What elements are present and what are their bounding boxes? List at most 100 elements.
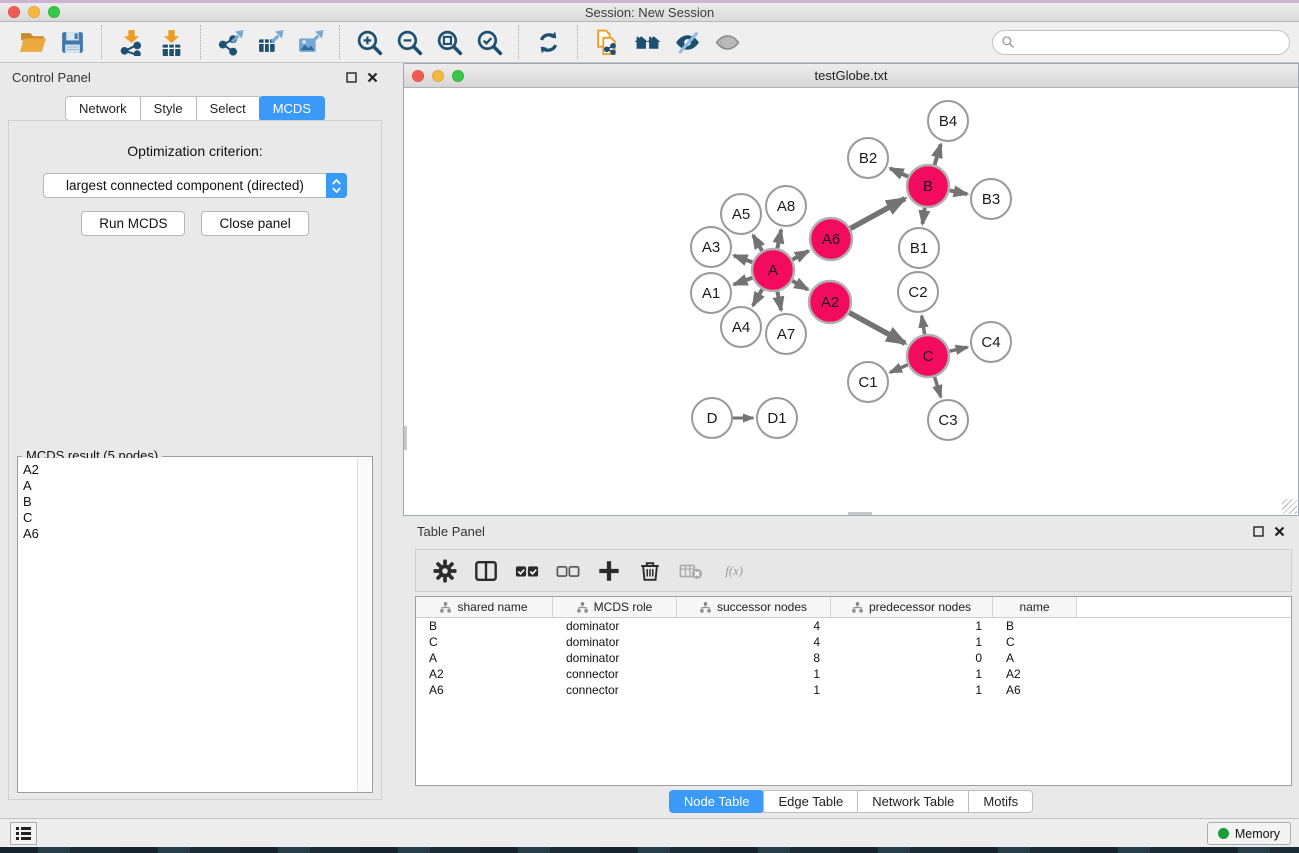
table-row[interactable]: Adominator80A	[416, 650, 1291, 666]
graph-node-A1[interactable]: A1	[691, 273, 731, 313]
graph-node-A5[interactable]: A5	[721, 194, 761, 234]
graph-node-D1[interactable]: D1	[757, 398, 797, 438]
edge-A-A3[interactable]	[734, 256, 753, 263]
cell-name[interactable]: C	[993, 635, 1077, 649]
zoom-in-button[interactable]	[349, 25, 389, 59]
float-panel-icon[interactable]	[346, 72, 357, 83]
column-header-shared-name[interactable]: shared name	[416, 597, 553, 617]
cell-predecessor-nodes[interactable]: 1	[831, 635, 993, 649]
edge-A2-C[interactable]	[849, 313, 905, 344]
cell-shared-name[interactable]: A6	[416, 683, 553, 697]
edge-A-A1[interactable]	[734, 278, 753, 285]
zoom-selected-button[interactable]	[469, 25, 509, 59]
mcds-result-list[interactable]: A2ABCA6	[19, 458, 357, 791]
edge-B-B1[interactable]	[923, 208, 925, 224]
resize-grip-icon[interactable]	[1282, 499, 1297, 514]
cell-name[interactable]: B	[993, 619, 1077, 633]
edge-A-A6[interactable]	[792, 251, 808, 260]
cell-predecessor-nodes[interactable]: 0	[831, 651, 993, 665]
select-unchecked-button[interactable]	[549, 554, 586, 588]
graph-node-A6[interactable]: A6	[810, 218, 852, 260]
edge-A6-B[interactable]	[850, 199, 905, 229]
gear-button[interactable]	[426, 554, 463, 588]
cell-shared-name[interactable]: A	[416, 651, 553, 665]
edge-B-B4[interactable]	[935, 144, 941, 165]
edge-C-C2[interactable]	[922, 316, 925, 335]
graph-node-A4[interactable]: A4	[721, 307, 761, 347]
hide-eye-button[interactable]	[667, 25, 707, 59]
graph-node-B2[interactable]: B2	[848, 138, 888, 178]
tab-network-table[interactable]: Network Table	[857, 790, 969, 813]
graph-node-B4[interactable]: B4	[928, 101, 968, 141]
network-canvas[interactable]: B4B2BB3A8A5A6A3B1AA1C2A2A4A7C4CC1C3DD1	[404, 88, 1298, 515]
tab-mcds[interactable]: MCDS	[259, 96, 325, 121]
import-network-button[interactable]	[111, 25, 151, 59]
graph-node-C2[interactable]: C2	[898, 272, 938, 312]
edge-C-C4[interactable]	[950, 347, 968, 351]
save-button[interactable]	[52, 25, 92, 59]
cell-successor-nodes[interactable]: 8	[677, 651, 831, 665]
add-plus-button[interactable]	[590, 554, 627, 588]
cell-successor-nodes[interactable]: 4	[677, 635, 831, 649]
graph-node-C[interactable]: C	[907, 335, 949, 377]
export-network-button[interactable]	[210, 25, 250, 59]
graph-node-B1[interactable]: B1	[899, 228, 939, 268]
result-scrollbar[interactable]	[357, 458, 371, 791]
graph-node-A7[interactable]: A7	[766, 314, 806, 354]
tab-select[interactable]: Select	[196, 96, 260, 121]
task-history-button[interactable]	[10, 822, 37, 845]
column-header-successor-nodes[interactable]: successor nodes	[677, 597, 831, 617]
tab-edge-table[interactable]: Edge Table	[763, 790, 858, 813]
gray-eye-button[interactable]	[707, 25, 747, 59]
table-row[interactable]: Cdominator41C	[416, 634, 1291, 650]
table-row[interactable]: A6connector11A6	[416, 682, 1291, 698]
mcds-result-item[interactable]: C	[23, 510, 357, 526]
mcds-result-item[interactable]: A6	[23, 526, 357, 542]
cell-shared-name[interactable]: C	[416, 635, 553, 649]
zoom-fit-button[interactable]	[429, 25, 469, 59]
cell-successor-nodes[interactable]: 4	[677, 619, 831, 633]
graph-node-C1[interactable]: C1	[848, 362, 888, 402]
horizontal-scrollbar-thumb[interactable]	[848, 512, 872, 515]
edge-A-A4[interactable]	[753, 289, 762, 306]
edge-A-A5[interactable]	[753, 235, 762, 251]
cell-successor-nodes[interactable]: 1	[677, 683, 831, 697]
graph-node-A2[interactable]: A2	[809, 281, 851, 323]
cell-MCDS-role[interactable]: dominator	[553, 635, 677, 649]
tab-node-table[interactable]: Node Table	[669, 790, 765, 813]
graph-node-B[interactable]: B	[907, 165, 949, 207]
graph-node-B3[interactable]: B3	[971, 179, 1011, 219]
mcds-result-item[interactable]: A	[23, 478, 357, 494]
graph-node-C3[interactable]: C3	[928, 400, 968, 440]
run-mcds-button[interactable]: Run MCDS	[81, 211, 185, 236]
cell-name[interactable]: A6	[993, 683, 1077, 697]
clone-network-button[interactable]	[587, 25, 627, 59]
cell-successor-nodes[interactable]: 1	[677, 667, 831, 681]
cell-MCDS-role[interactable]: connector	[553, 667, 677, 681]
cell-predecessor-nodes[interactable]: 1	[831, 667, 993, 681]
import-table-button[interactable]	[151, 25, 191, 59]
cell-MCDS-role[interactable]: dominator	[553, 619, 677, 633]
graph-node-A8[interactable]: A8	[766, 186, 806, 226]
cell-predecessor-nodes[interactable]: 1	[831, 619, 993, 633]
graph-node-A[interactable]: A	[752, 249, 794, 291]
close-table-panel-icon[interactable]	[1274, 526, 1285, 537]
refresh-button[interactable]	[528, 25, 568, 59]
open-folder-button[interactable]	[12, 25, 52, 59]
edge-B-B3[interactable]	[950, 190, 968, 194]
edge-C-C1[interactable]	[890, 365, 908, 373]
split-view-button[interactable]	[467, 554, 504, 588]
tab-motifs[interactable]: Motifs	[968, 790, 1033, 813]
column-header-predecessor-nodes[interactable]: predecessor nodes	[831, 597, 993, 617]
table-row[interactable]: Bdominator41B	[416, 618, 1291, 634]
mcds-result-item[interactable]: B	[23, 494, 357, 510]
optimization-criterion-dropdown[interactable]: largest connected component (directed)	[43, 173, 347, 198]
search-field[interactable]	[992, 30, 1290, 55]
home-views-button[interactable]	[627, 25, 667, 59]
column-header-name[interactable]: name	[993, 597, 1077, 617]
trash-button[interactable]	[631, 554, 668, 588]
memory-button[interactable]: Memory	[1207, 822, 1291, 845]
graph-node-A3[interactable]: A3	[691, 227, 731, 267]
cell-MCDS-role[interactable]: dominator	[553, 651, 677, 665]
graph-node-C4[interactable]: C4	[971, 322, 1011, 362]
